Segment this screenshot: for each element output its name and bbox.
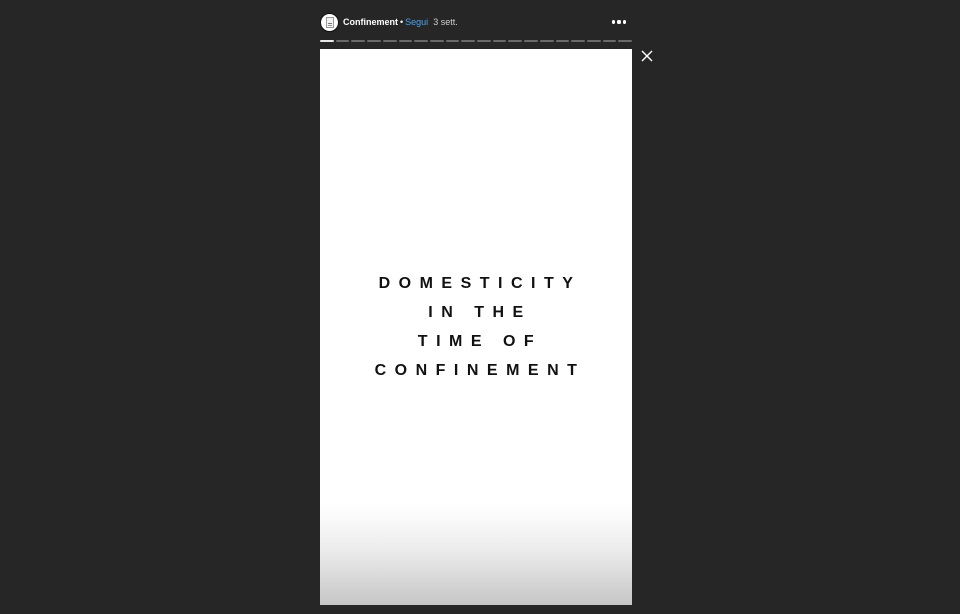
dot [612,20,616,24]
post-time: 3 sett. [433,17,458,27]
progress-segment [461,40,476,42]
story-frame[interactable]: DOMESTICITY IN THE TIME OF CONFINEMENT [320,49,632,605]
story-progress-bar [320,40,633,42]
progress-segment [414,40,428,42]
progress-segment [382,40,397,42]
separator-dot: • [400,17,404,27]
story-headline: DOMESTICITY IN THE TIME OF CONFINEMENT [320,272,632,388]
progress-segment [429,40,444,42]
progress-segment [335,40,350,42]
progress-segment [555,40,570,42]
headline-line: CONFINEMENT [374,362,586,379]
progress-segment [492,40,507,42]
dot [617,20,621,24]
progress-segment [508,40,523,42]
progress-segment [320,40,334,42]
close-icon[interactable] [640,49,654,63]
dot [622,20,626,24]
progress-segment [539,40,554,42]
story-header: Confinement • Segui 3 sett. [320,10,632,36]
headline-line: TIME OF [417,333,543,350]
progress-segment [477,40,491,42]
progress-segment [618,40,633,42]
progress-segment [398,40,413,42]
progress-segment [524,40,538,42]
username-link[interactable]: Confinement [343,17,398,27]
progress-segment [367,40,381,42]
follow-button[interactable]: Segui [405,17,428,27]
story-meta: Confinement • Segui 3 sett. [343,17,458,28]
more-options-icon[interactable] [612,17,626,27]
headline-line: DOMESTICITY [378,275,582,292]
progress-segment [602,40,617,42]
progress-segment [351,40,366,42]
progress-segment [586,40,601,42]
profile-avatar[interactable] [320,13,339,32]
progress-segment [571,40,585,42]
headline-line: IN THE [428,304,532,321]
progress-segment [445,40,460,42]
document-icon [326,17,334,28]
